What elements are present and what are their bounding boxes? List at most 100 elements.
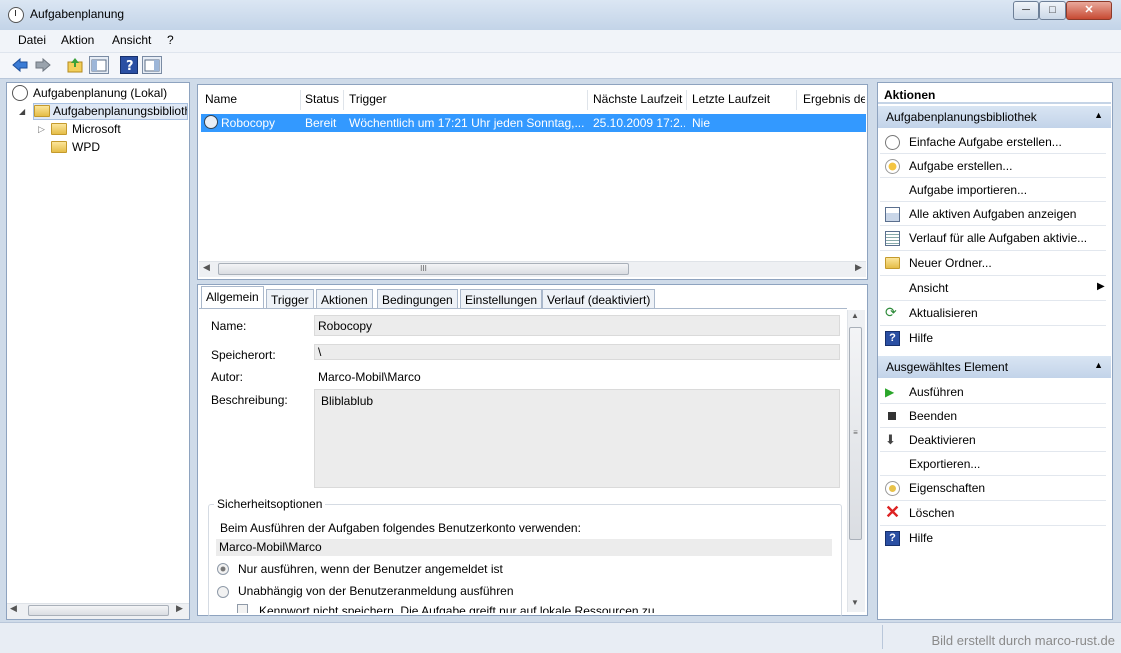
tab-einstellungen[interactable]: Einstellungen [460,289,543,308]
help-icon[interactable]: ? [120,56,138,74]
show-hide-tree-icon[interactable] [89,56,109,74]
action-view[interactable]: Ansicht [909,281,948,295]
task-last-run: Nie [692,116,711,130]
divider [880,275,1106,276]
action-help-selected[interactable]: Hilfe [909,531,933,545]
folder-icon [51,141,67,153]
name-label: Name: [211,319,247,333]
help-icon: ? [885,531,900,546]
menu-help[interactable]: ? [167,33,174,47]
section-selected-item[interactable]: Ausgewähltes Element ▲ [878,356,1111,378]
divider [880,403,1106,404]
action-disable[interactable]: Deaktivieren [909,433,976,447]
author-value: Marco-Mobil\Marco [318,370,421,384]
divider [880,201,1106,202]
refresh-icon: ⟳ [885,304,897,320]
action-help[interactable]: Hilfe [909,331,933,345]
menu-aktion[interactable]: Aktion [61,33,94,47]
menu-ansicht[interactable]: Ansicht [112,33,151,47]
menu-datei[interactable]: Datei [18,33,46,47]
security-user: Marco-Mobil\Marco [216,539,832,556]
close-button[interactable]: ✕ [1066,1,1112,20]
scrollbar-thumb[interactable]: ≡ [849,327,862,540]
divider [880,500,1106,501]
scroll-down-icon[interactable]: ▼ [851,598,859,607]
minimize-button[interactable]: ─ [1013,1,1039,20]
status-divider [882,625,883,649]
scrollbar-thumb[interactable]: III [218,263,629,275]
action-export[interactable]: Exportieren... [909,457,980,471]
scroll-left-icon[interactable]: ◀ [10,603,17,614]
scroll-left-icon[interactable]: ◀ [203,262,210,273]
action-run[interactable]: Ausführen [909,385,964,399]
checkbox-option3[interactable] [237,604,248,613]
forward-arrow-icon[interactable] [34,56,52,74]
divider [880,525,1106,526]
show-running-tasks-icon [885,207,900,222]
divider [880,427,1106,428]
action-show-running-tasks[interactable]: Alle aktiven Aufgaben anzeigen [909,207,1076,221]
action-stop[interactable]: Beenden [909,409,957,423]
column-header-next-run[interactable]: Nächste Laufzeit [593,92,682,106]
action-import-task[interactable]: Aufgabe importieren... [909,183,1027,197]
collapsed-arrow-icon[interactable]: ▷ [38,124,45,135]
clock-icon [8,7,24,23]
option2-label[interactable]: Unabhängig von der Benutzeranmeldung aus… [238,584,514,598]
column-divider[interactable] [686,90,687,110]
tab-verlauf[interactable]: Verlauf (deaktiviert) [542,289,656,308]
tree-item-wpd[interactable]: WPD [72,140,100,154]
scroll-up-icon[interactable]: ▲ [851,311,859,320]
column-divider[interactable] [796,90,797,110]
column-divider[interactable] [587,90,588,110]
section-selected-title: Ausgewähltes Element [886,360,1009,374]
column-divider[interactable] [300,90,301,110]
tab-trigger[interactable]: Trigger [266,289,314,308]
action-new-folder[interactable]: Neuer Ordner... [909,256,992,270]
name-field[interactable]: Robocopy [314,315,840,336]
collapse-icon[interactable]: ▲ [1094,110,1103,120]
action-create-task[interactable]: Aufgabe erstellen... [909,159,1012,173]
expanded-arrow-icon[interactable]: ◢ [19,107,25,116]
show-hide-action-pane-icon[interactable] [142,56,162,74]
action-properties[interactable]: Eigenschaften [909,481,985,495]
radio-option2[interactable] [217,586,229,598]
column-header-trigger[interactable]: Trigger [349,92,387,106]
tab-allgemein[interactable]: Allgemein [201,286,264,309]
back-arrow-icon[interactable] [11,56,29,74]
up-folder-icon[interactable] [66,56,84,74]
option3-label[interactable]: Kennwort nicht speichern. Die Aufgabe gr… [259,604,658,613]
column-divider[interactable] [343,90,344,110]
properties-icon [885,481,900,496]
submenu-arrow-icon[interactable]: ▶ [1097,281,1105,292]
tab-aktionen[interactable]: Aktionen [316,289,373,308]
enable-history-icon [885,231,900,246]
create-basic-task-icon [885,135,900,150]
help-icon: ? [885,331,900,346]
security-text: Beim Ausführen der Aufgaben folgendes Be… [220,521,581,535]
tree-root[interactable]: Aufgabenplanung (Lokal) [33,86,167,100]
radio-option1[interactable] [217,563,229,575]
column-header-name[interactable]: Name [205,92,237,106]
security-title: Sicherheitsoptionen [214,497,326,511]
location-field[interactable]: \ [314,344,840,360]
description-field[interactable]: Bliblablub [314,389,840,488]
column-header-status[interactable]: Status [305,92,339,106]
title-bar [0,0,1121,30]
action-create-basic-task[interactable]: Einfache Aufgabe erstellen... [909,135,1062,149]
section-library[interactable]: Aufgabenplanungsbibliothek ▲ [878,106,1111,128]
action-refresh[interactable]: Aktualisieren [909,306,978,320]
tree-item-microsoft[interactable]: Microsoft [72,122,121,136]
collapse-icon[interactable]: ▲ [1094,360,1103,370]
column-header-last-run[interactable]: Letzte Laufzeit [692,92,770,106]
maximize-button[interactable]: □ [1039,1,1066,20]
tree-item-library[interactable]: Aufgabenplanungsbibliothek [53,104,187,118]
action-delete[interactable]: Löschen [909,506,954,520]
option1-label[interactable]: Nur ausführen, wenn der Benutzer angemel… [238,562,503,576]
tab-bedingungen[interactable]: Bedingungen [377,289,458,308]
column-header-result[interactable]: Ergebnis der [803,92,865,106]
scroll-right-icon[interactable]: ▶ [176,603,183,614]
scrollbar-thumb[interactable] [28,605,169,616]
action-enable-history[interactable]: Verlauf für alle Aufgaben aktivie... [909,231,1087,245]
create-task-icon [885,159,900,174]
scroll-right-icon[interactable]: ▶ [855,262,862,273]
